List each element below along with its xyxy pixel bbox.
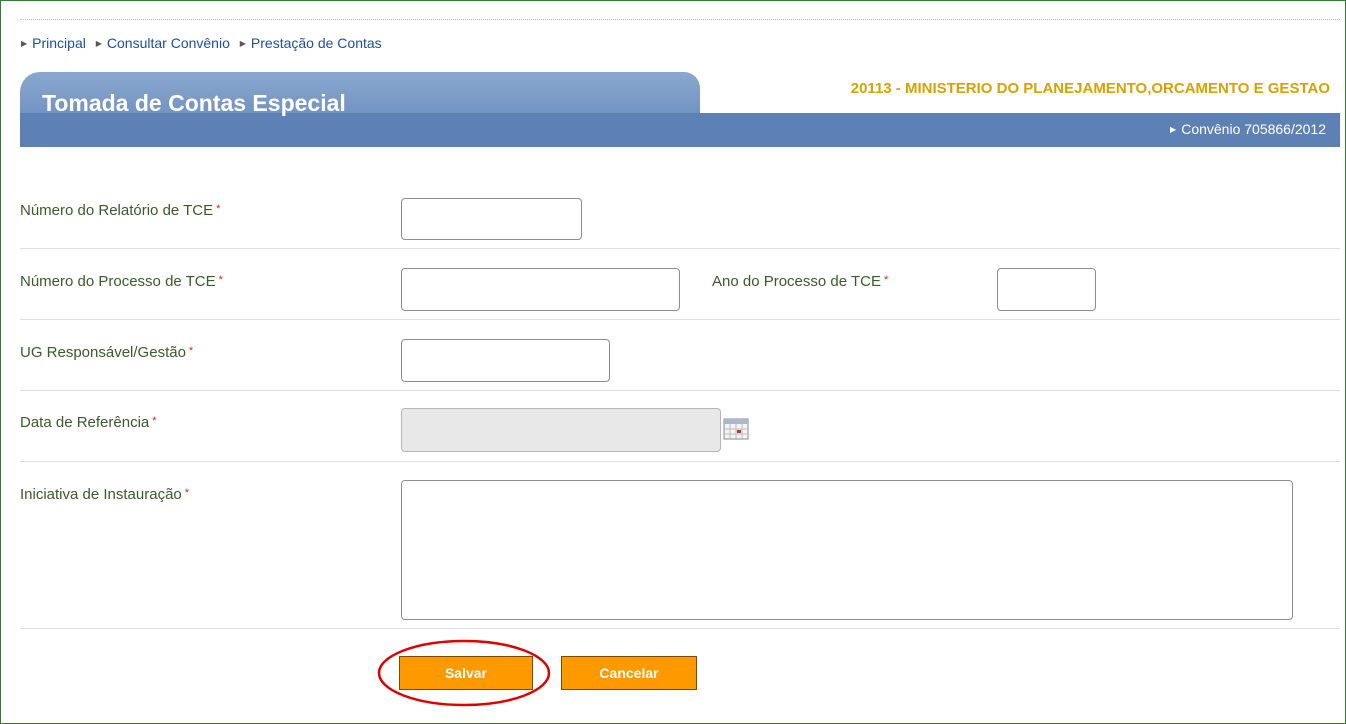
cancelar-button[interactable]: Cancelar <box>561 656 697 690</box>
breadcrumb-item-consultar-convenio[interactable]: ▶ Consultar Convênio <box>96 35 230 51</box>
calendar-icon[interactable] <box>723 418 749 440</box>
ministry-name: 20113 - MINISTERIO DO PLANEJAMENTO,ORCAM… <box>850 80 1330 97</box>
triangle-right-icon: ▶ <box>95 39 102 48</box>
form-row-ug <box>20 320 1340 391</box>
breadcrumb-label: Prestação de Contas <box>250 35 382 51</box>
triangle-right-icon: ▶ <box>21 39 28 48</box>
data-referencia-input[interactable] <box>401 408 721 452</box>
top-divider <box>20 19 1340 20</box>
ano-processo-input[interactable] <box>997 268 1096 311</box>
breadcrumb: ▶ Principal ▶ Consultar Convênio ▶ Prestaçã… <box>21 35 388 51</box>
triangle-right-icon: ▶ <box>1170 125 1177 134</box>
numero-relatorio-input[interactable] <box>401 198 582 240</box>
convenio-number: ▶ Convênio 705866/2012 <box>1170 121 1326 137</box>
required-marker: * <box>188 345 194 357</box>
breadcrumb-item-principal[interactable]: ▶ Principal <box>21 35 86 51</box>
breadcrumb-label: Principal <box>32 35 86 51</box>
ug-responsavel-input[interactable] <box>401 339 610 382</box>
required-marker: * <box>184 487 190 499</box>
iniciativa-label: Iniciativa de Instauração * <box>20 486 190 503</box>
salvar-button[interactable]: Salvar <box>399 656 533 690</box>
numero-processo-label: Número do Processo de TCE * <box>20 273 223 290</box>
required-marker: * <box>216 203 221 215</box>
breadcrumb-label: Consultar Convênio <box>106 35 230 51</box>
iniciativa-textarea[interactable] <box>401 480 1293 620</box>
required-marker: * <box>883 274 889 286</box>
triangle-right-icon: ▶ <box>239 39 246 48</box>
breadcrumb-item-prestacao-de-contas[interactable]: ▶ Prestação de Contas <box>240 35 382 51</box>
numero-processo-input[interactable] <box>401 268 680 311</box>
required-marker: * <box>218 274 223 286</box>
data-referencia-label: Data de Referência * <box>20 414 157 431</box>
ug-responsavel-label: UG Responsável/Gestão * <box>20 344 194 361</box>
convenio-label: Convênio 705866/2012 <box>1181 121 1326 137</box>
numero-relatorio-label: Número do Relatório de TCE * <box>20 202 221 219</box>
required-marker: * <box>152 415 157 427</box>
page-title: Tomada de Contas Especial <box>42 90 346 116</box>
ano-processo-label: Ano do Processo de TCE * <box>712 273 889 290</box>
header-band <box>20 113 1340 147</box>
